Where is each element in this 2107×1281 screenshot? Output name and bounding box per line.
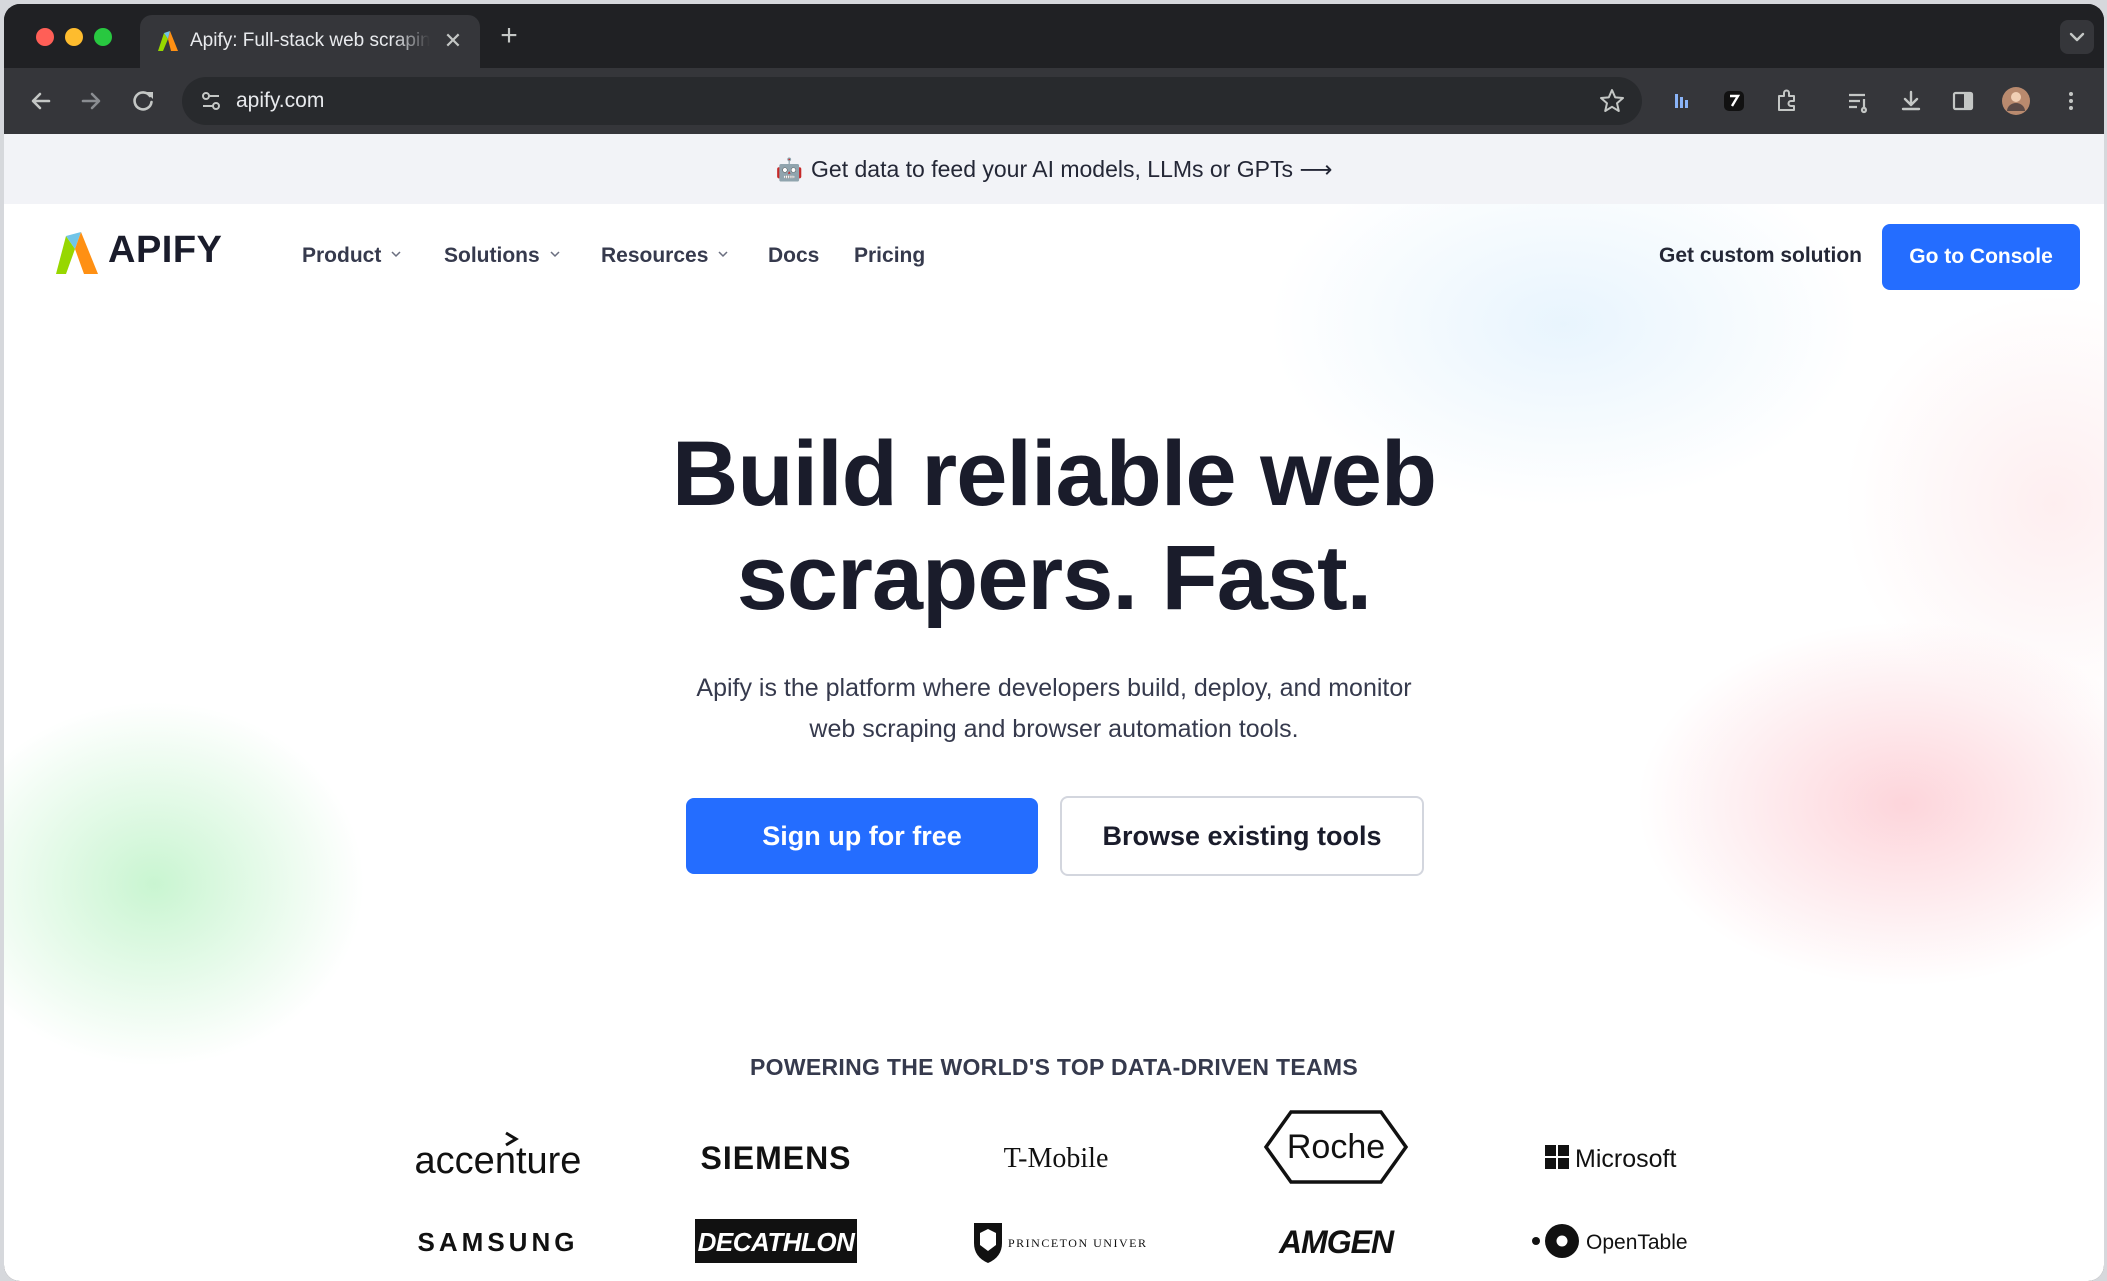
nav-resources[interactable]: Resources	[601, 244, 728, 268]
decathlon-logo-text: DECATHLON	[698, 1227, 857, 1257]
sign-up-button[interactable]: Sign up for free	[686, 798, 1038, 874]
download-icon[interactable]	[1894, 84, 1928, 118]
site-settings-icon[interactable]	[194, 84, 228, 118]
nav-resources-label: Resources	[601, 244, 709, 267]
browser-toolbar: apify.com	[4, 68, 2104, 134]
extensions-puzzle-icon[interactable]	[1770, 84, 1804, 118]
announcement-banner[interactable]: 🤖 Get data to feed your AI models, LLMs o…	[4, 134, 2104, 204]
apify-logo-icon	[56, 232, 98, 274]
nav-product-label: Product	[302, 244, 382, 267]
nav-solutions-label: Solutions	[444, 244, 540, 267]
t-mobile-logo: T-Mobile	[936, 1122, 1176, 1192]
reload-icon[interactable]	[126, 84, 160, 118]
decathlon-logo: DECATHLON	[656, 1206, 896, 1276]
browser-tab[interactable]: Apify: Full-stack web scraping and data …	[140, 15, 480, 68]
tab-title: Apify: Full-stack web scraping and data …	[190, 30, 430, 51]
forward-icon[interactable]	[74, 84, 108, 118]
princeton-logo: PRINCETON UNIVERSITY	[936, 1206, 1176, 1276]
amgen-logo: AMGEN	[1216, 1206, 1456, 1276]
browser-window: Apify: Full-stack web scraping and data …	[4, 4, 2104, 1281]
close-tab-icon[interactable]: ✕	[440, 28, 466, 54]
extension-bars-icon[interactable]	[1664, 84, 1698, 118]
accenture-logo-text: accenture	[415, 1140, 582, 1182]
robot-icon: 🤖	[775, 157, 804, 182]
microsoft-logo: Microsoft	[1496, 1122, 1736, 1192]
hero-subtitle-line2: web scraping and browser automation tool…	[809, 715, 1299, 743]
browser-menu-icon[interactable]	[2054, 84, 2088, 118]
profile-avatar[interactable]	[1999, 84, 2033, 118]
chevron-down-icon	[391, 251, 401, 258]
side-panel-icon[interactable]	[1946, 84, 1980, 118]
tab-strip: Apify: Full-stack web scraping and data …	[4, 4, 2104, 68]
opentable-logo: OpenTable	[1496, 1206, 1736, 1276]
opentable-logo-text: OpenTable	[1586, 1231, 1688, 1254]
microsoft-logo-text: Microsoft	[1575, 1145, 1676, 1173]
back-icon[interactable]	[24, 84, 58, 118]
url-text: apify.com	[236, 89, 325, 112]
close-window-button[interactable]	[36, 28, 54, 46]
amgen-logo-text: AMGEN	[1278, 1224, 1395, 1260]
chevron-down-icon	[2069, 32, 2085, 42]
chevron-down-icon	[550, 251, 560, 258]
accenture-logo: accenture	[378, 1122, 618, 1192]
hero-title-line2: scrapers. Fast.	[736, 527, 1372, 629]
tab-search-button[interactable]	[2060, 20, 2094, 54]
hero-title: Build reliable web scrapers. Fast.	[4, 422, 2104, 630]
go-to-console-button[interactable]: Go to Console	[1882, 224, 2080, 290]
princeton-logo-text: PRINCETON UNIVERSITY	[1008, 1236, 1146, 1250]
samsung-logo: SAMSUNG	[378, 1206, 618, 1276]
reading-list-icon[interactable]	[1841, 84, 1875, 118]
hero-subtitle-line1: Apify is the platform where developers b…	[696, 674, 1412, 702]
maximize-window-button[interactable]	[94, 28, 112, 46]
announcement-text: Get data to feed your AI models, LLMs or…	[811, 156, 1333, 182]
web-page: 🤖 Get data to feed your AI models, LLMs o…	[4, 134, 2104, 1281]
get-custom-solution-link[interactable]: Get custom solution	[1659, 244, 1862, 268]
nav-product[interactable]: Product	[302, 244, 401, 268]
apify-favicon-icon	[156, 29, 180, 53]
chevron-down-icon	[718, 251, 728, 258]
siemens-logo: SIEMENS	[656, 1122, 896, 1192]
nav-docs[interactable]: Docs	[768, 244, 819, 268]
hero-title-line1: Build reliable web	[671, 423, 1437, 525]
browse-tools-button[interactable]: Browse existing tools	[1060, 796, 1424, 876]
extension-app-icon[interactable]	[1717, 84, 1751, 118]
new-tab-icon[interactable]: +	[494, 21, 524, 52]
hero-background	[4, 204, 2104, 1064]
customers-heading: POWERING THE WORLD'S TOP DATA-DRIVEN TEA…	[750, 1054, 1358, 1080]
samsung-logo-text: SAMSUNG	[418, 1227, 579, 1257]
nav-solutions[interactable]: Solutions	[444, 244, 560, 268]
site-navbar: APIFY Product Solutions Resources Docs P…	[4, 204, 2104, 314]
bookmark-star-icon[interactable]	[1596, 85, 1628, 117]
roche-logo-text: Roche	[1287, 1128, 1385, 1166]
minimize-window-button[interactable]	[65, 28, 83, 46]
siemens-logo-text: SIEMENS	[700, 1140, 851, 1176]
nav-pricing[interactable]: Pricing	[854, 244, 925, 268]
logo-text: APIFY	[108, 229, 223, 271]
t-mobile-logo-text: T-Mobile	[1004, 1143, 1109, 1174]
address-bar[interactable]: apify.com	[182, 77, 1642, 125]
roche-logo: Roche	[1216, 1110, 1456, 1184]
hero-subtitle: Apify is the platform where developers b…	[654, 668, 1454, 750]
